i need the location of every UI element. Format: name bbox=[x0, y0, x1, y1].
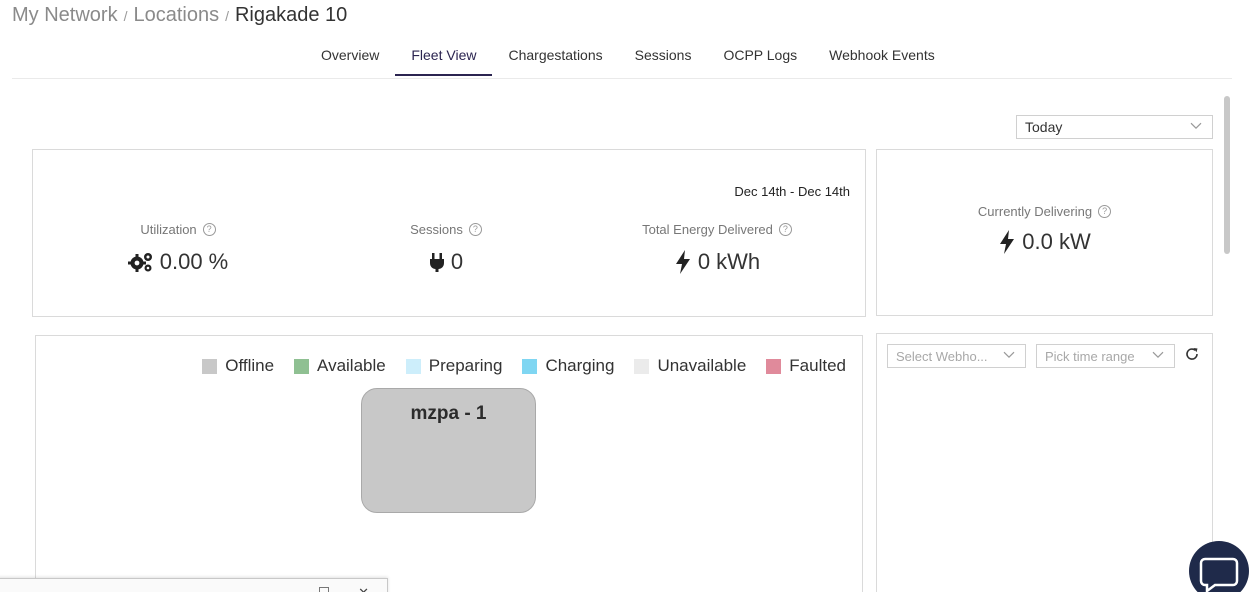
legend-swatch bbox=[522, 358, 538, 374]
refresh-icon[interactable] bbox=[1184, 346, 1200, 362]
tab-fleet-view[interactable]: Fleet View bbox=[395, 46, 493, 76]
currently-delivering-label: Currently Delivering bbox=[977, 204, 1093, 219]
stats-card: Dec 14th - Dec 14th Utilization ? 0.00 %… bbox=[32, 149, 866, 317]
legend-label: Offline bbox=[225, 356, 275, 375]
bolt-icon bbox=[675, 250, 690, 274]
tabs-divider bbox=[12, 78, 1232, 79]
legend-label: Charging bbox=[545, 356, 615, 375]
breadcrumb-my-network[interactable]: My Network bbox=[12, 4, 118, 26]
tab-overview[interactable]: Overview bbox=[305, 46, 395, 76]
period-select[interactable]: Today bbox=[1016, 115, 1213, 139]
utilization-value: 0.00 % bbox=[159, 249, 229, 274]
help-icon[interactable]: ? bbox=[468, 223, 482, 236]
legend-item-charging: Charging bbox=[522, 356, 614, 376]
plug-icon bbox=[429, 253, 444, 272]
close-icon[interactable]: ✕ bbox=[358, 585, 369, 592]
energy-metric: Total Energy Delivered ? 0 kWh bbox=[627, 222, 807, 275]
webhook-panel: Select Webho... Pick time range bbox=[876, 333, 1213, 592]
legend-label: Faulted bbox=[789, 356, 846, 375]
chat-launcher-button[interactable] bbox=[1189, 541, 1249, 592]
legend-swatch bbox=[405, 358, 421, 374]
help-icon[interactable]: ? bbox=[778, 223, 792, 236]
legend-swatch bbox=[766, 358, 782, 374]
breadcrumb-current: Rigakade 10 bbox=[234, 4, 348, 26]
legend-item-unavailable: Unavailable bbox=[634, 356, 746, 376]
utilization-label: Utilization bbox=[140, 222, 197, 237]
currently-delivering-card: Currently Delivering ? 0.0 kW bbox=[876, 149, 1213, 316]
legend-swatch bbox=[202, 358, 218, 374]
chevron-down-icon bbox=[1152, 351, 1164, 359]
tab-chargestations[interactable]: Chargestations bbox=[492, 46, 618, 76]
status-legend: Offline Available Preparing Charging Una… bbox=[202, 356, 846, 376]
breadcrumb-separator: / bbox=[225, 8, 229, 24]
chat-icon bbox=[1199, 557, 1239, 592]
tab-sessions[interactable]: Sessions bbox=[619, 46, 708, 76]
webhook-event-select-placeholder: Select Webho... bbox=[896, 348, 988, 364]
chevron-down-icon bbox=[1190, 122, 1202, 130]
legend-item-preparing: Preparing bbox=[405, 356, 503, 376]
legend-label: Unavailable bbox=[657, 356, 747, 375]
period-select-value: Today bbox=[1025, 119, 1063, 135]
chargestation-name: mzpa - 1 bbox=[410, 403, 487, 424]
energy-value: 0 kWh bbox=[697, 249, 761, 274]
time-range-select[interactable]: Pick time range bbox=[1036, 344, 1175, 368]
breadcrumb: My Network / Locations / Rigakade 10 bbox=[12, 4, 347, 27]
tab-ocpp-logs[interactable]: OCPP Logs bbox=[707, 46, 813, 76]
currently-delivering-value: 0.0 kW bbox=[1022, 229, 1091, 254]
date-range: Dec 14th - Dec 14th bbox=[734, 184, 850, 199]
utilization-metric: Utilization ? 0.00 % bbox=[113, 222, 243, 275]
help-icon[interactable]: ? bbox=[1098, 205, 1112, 218]
legend-label: Preparing bbox=[428, 356, 503, 375]
sessions-value: 0 bbox=[450, 249, 464, 274]
time-range-select-placeholder: Pick time range bbox=[1045, 348, 1135, 364]
energy-label: Total Energy Delivered bbox=[642, 222, 773, 237]
chargestation-tile[interactable]: mzpa - 1 bbox=[361, 388, 536, 513]
legend-item-available: Available bbox=[294, 356, 386, 376]
tab-bar: Overview Fleet View Chargestations Sessi… bbox=[305, 46, 951, 76]
chevron-down-icon bbox=[1003, 351, 1015, 359]
breadcrumb-separator: / bbox=[123, 8, 128, 24]
gears-icon bbox=[127, 253, 152, 272]
legend-item-offline: Offline bbox=[202, 356, 274, 376]
bolt-icon bbox=[1000, 230, 1015, 254]
fleet-view-card: Offline Available Preparing Charging Una… bbox=[35, 335, 863, 592]
maximize-icon[interactable] bbox=[319, 587, 329, 592]
help-icon[interactable]: ? bbox=[202, 223, 216, 236]
overlay-window[interactable]: ✕ bbox=[0, 578, 388, 592]
legend-item-faulted: Faulted bbox=[766, 356, 846, 376]
tab-webhook-events[interactable]: Webhook Events bbox=[813, 46, 951, 76]
legend-swatch bbox=[634, 358, 650, 374]
webhook-event-select[interactable]: Select Webho... bbox=[887, 344, 1026, 368]
breadcrumb-locations[interactable]: Locations bbox=[133, 4, 219, 26]
legend-swatch bbox=[294, 358, 310, 374]
sessions-label: Sessions bbox=[410, 222, 463, 237]
legend-label: Available bbox=[317, 356, 386, 375]
sessions-metric: Sessions ? 0 bbox=[391, 222, 501, 275]
scrollbar-thumb[interactable] bbox=[1224, 96, 1230, 254]
